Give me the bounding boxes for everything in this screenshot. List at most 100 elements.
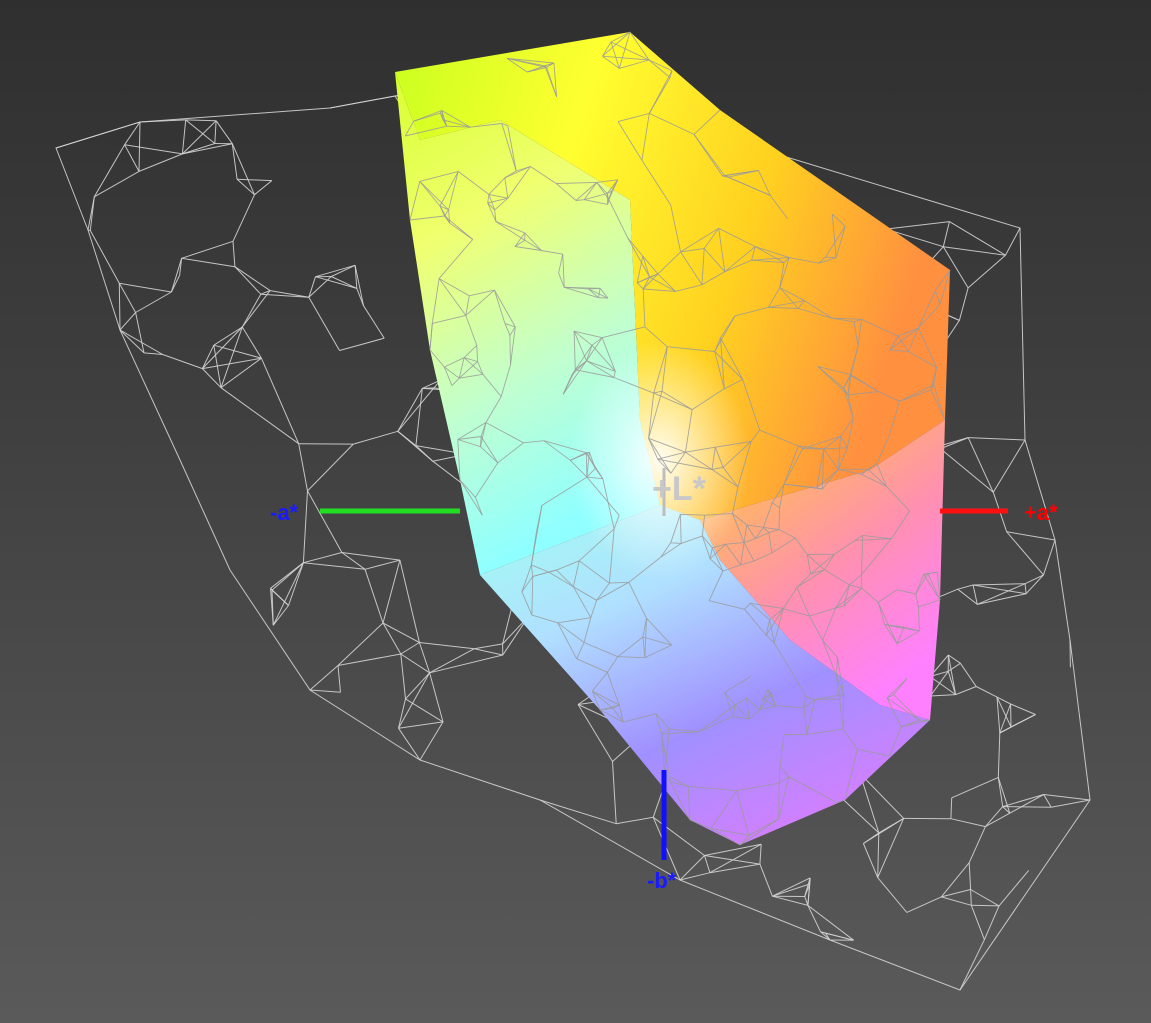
mesh-edge: [950, 818, 986, 828]
mesh-edge: [220, 357, 262, 389]
mesh-edge: [778, 507, 781, 530]
mesh-edge: [1005, 227, 1021, 256]
mesh-edge: [118, 283, 137, 313]
mesh-edge: [975, 686, 998, 698]
mesh-edge: [992, 439, 1026, 493]
mesh-edge: [959, 939, 985, 991]
mesh-edge: [973, 583, 1026, 586]
mesh-edge: [940, 862, 970, 898]
mesh-edge: [400, 653, 430, 674]
mesh-edge: [87, 229, 91, 231]
mesh-edge: [1024, 574, 1044, 585]
mesh-edge: [398, 721, 444, 729]
mesh-edge: [399, 559, 420, 643]
mesh-edge: [1051, 799, 1091, 808]
mesh-edge: [967, 254, 1006, 289]
mesh-edge: [162, 354, 203, 370]
mesh-edge: [704, 843, 762, 856]
mesh-edge: [970, 889, 972, 906]
mesh-edge: [704, 855, 711, 873]
mesh-edge: [119, 282, 172, 293]
mesh-edge: [1006, 531, 1056, 541]
mesh-edge: [308, 297, 340, 351]
mesh-edge: [232, 194, 255, 242]
mesh-edge: [241, 290, 271, 328]
mesh-edge: [1043, 539, 1056, 576]
mesh-edge: [418, 642, 431, 673]
mesh-edge: [135, 291, 172, 313]
mesh-edge: [118, 283, 121, 331]
mesh-edge: [124, 121, 141, 145]
mesh-edge: [1009, 794, 1044, 814]
mesh-edge: [959, 663, 977, 687]
axis-label-positive-a: +a*: [1024, 500, 1058, 525]
mesh-edge: [759, 863, 773, 897]
measured-gamut-solid: [395, 32, 950, 845]
mesh-edge: [1002, 794, 1044, 808]
mesh-edge: [329, 95, 396, 109]
mesh-edge: [307, 490, 343, 553]
mesh-edge: [802, 448, 824, 450]
mesh-edge: [270, 587, 289, 606]
mesh-edge: [181, 119, 187, 154]
mesh-edge: [303, 552, 343, 564]
mesh-edge: [1002, 806, 1052, 808]
mesh-edge: [1024, 583, 1027, 594]
mesh-edge: [862, 843, 879, 878]
mesh-edge: [1006, 531, 1044, 576]
mesh-edge: [1043, 794, 1091, 801]
mesh-edge: [998, 870, 1030, 907]
mesh-edge: [237, 178, 272, 182]
mesh-edge: [772, 877, 811, 897]
mesh-edge: [842, 694, 845, 729]
mesh-edge: [260, 358, 300, 444]
mesh-edge: [968, 862, 972, 890]
mesh-edge: [182, 143, 233, 155]
mesh-edge: [942, 221, 950, 247]
mesh-edge: [181, 240, 234, 259]
mesh-edge: [825, 256, 837, 259]
axis-label-negative-b: -b*: [647, 868, 677, 893]
mesh-edge: [951, 776, 999, 799]
mesh-edge: [382, 559, 401, 624]
mesh-edge: [272, 562, 304, 626]
mesh-edge: [957, 584, 974, 590]
mesh-edge: [234, 266, 271, 292]
mesh-edge: [474, 648, 503, 656]
mesh-edge: [968, 826, 986, 863]
mesh-edge: [968, 437, 1026, 441]
mesh-edge: [937, 446, 994, 493]
mesh-edge: [303, 562, 366, 570]
mesh-edge: [138, 153, 183, 172]
mesh-edge: [429, 654, 503, 674]
mesh-edge: [985, 812, 1011, 828]
mesh-edge: [135, 312, 145, 354]
mesh-edge: [985, 806, 1004, 827]
mesh-edge: [397, 387, 435, 432]
mesh-edge: [474, 643, 503, 650]
mesh-edge: [185, 119, 216, 144]
mesh-edge: [778, 783, 780, 819]
mesh-edge: [119, 312, 136, 331]
mesh-edge: [429, 648, 475, 674]
mesh-edge: [509, 335, 511, 365]
mesh-edge: [997, 732, 1001, 778]
mesh-edge: [55, 121, 141, 149]
mesh-edge: [772, 895, 809, 906]
mesh-edge: [398, 727, 421, 761]
mesh-edge: [983, 905, 1000, 940]
mesh-edge: [859, 772, 904, 819]
mesh-edge: [1025, 574, 1044, 595]
mesh-edge: [1010, 703, 1036, 715]
mesh-edge: [364, 569, 384, 624]
mesh-edge: [970, 889, 1000, 907]
mesh-edge: [309, 665, 339, 691]
mesh-edge: [94, 170, 140, 198]
mesh-edge: [215, 120, 233, 144]
mesh-edge: [539, 799, 617, 825]
mesh-edge: [307, 443, 354, 492]
mesh-edge: [950, 797, 953, 819]
mesh-edge: [967, 437, 994, 493]
mesh-edge: [804, 896, 809, 906]
mesh-edge: [885, 221, 950, 230]
